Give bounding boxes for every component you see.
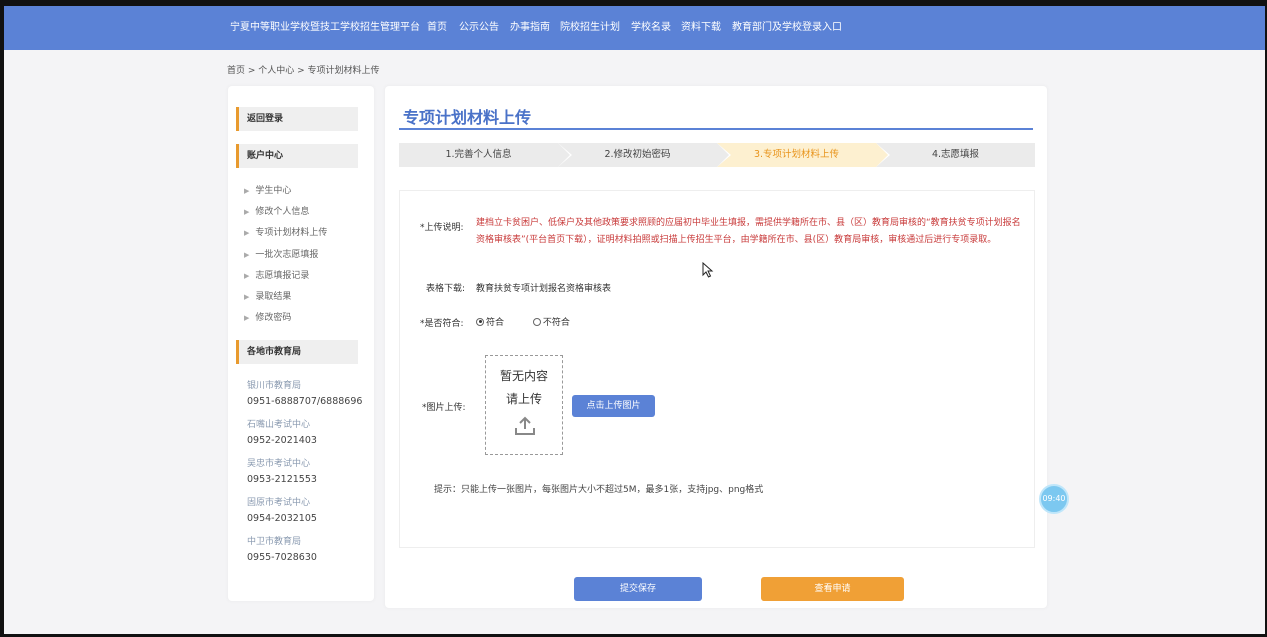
step-4: 4.志愿填报 bbox=[876, 143, 1035, 167]
step-3-active: 3.专项计划材料上传 bbox=[717, 143, 890, 167]
step-1: 1.完善个人信息 bbox=[399, 143, 572, 167]
office-name: 银川市教育局 bbox=[247, 381, 302, 391]
chevron-right-icon: ▶ bbox=[244, 208, 250, 216]
upload-desc-label: *上传说明: bbox=[420, 223, 464, 233]
radio-checked-icon bbox=[476, 317, 484, 326]
sidebar-item-application-records[interactable]: ▶ 志愿填报记录 bbox=[244, 268, 309, 281]
site-title-link[interactable]: 宁夏中等职业学校暨技工学校招生管理平台 bbox=[230, 6, 420, 50]
eligible-radio-group: 符合 不符合 bbox=[476, 315, 586, 329]
nav-login-portal[interactable]: 教育部门及学校登录入口 bbox=[732, 6, 842, 50]
nav-announcements[interactable]: 公示公告 bbox=[459, 6, 499, 50]
upload-image-button[interactable]: 点击上传图片 bbox=[572, 395, 655, 417]
chevron-right-icon: ▶ bbox=[244, 251, 250, 259]
radio-eligible-yes[interactable]: 符合 bbox=[476, 315, 504, 328]
sidebar-item-change-password[interactable]: ▶ 修改密码 bbox=[244, 310, 291, 323]
office-name: 吴忠市考试中心 bbox=[247, 459, 311, 469]
chevron-right-icon: ▶ bbox=[244, 293, 250, 301]
radio-eligible-no[interactable]: 不符合 bbox=[532, 315, 570, 328]
floating-clock-widget[interactable]: 09:40 bbox=[1039, 484, 1069, 514]
account-center-heading: 账户中心 bbox=[236, 144, 358, 168]
office-phone: 0955-7028630 bbox=[247, 552, 317, 563]
main-panel: 专项计划材料上传 1.完善个人信息 2.修改初始密码 3.专项计划材料上传 4.… bbox=[385, 86, 1047, 608]
sidebar: 返回登录 账户中心 ▶ 学生中心 ▶ 修改个人信息 ▶ 专项计划材料上传 ▶ 一批次志愿… bbox=[228, 86, 374, 601]
mouse-cursor-icon bbox=[702, 262, 714, 278]
radio-unchecked-icon bbox=[532, 317, 541, 326]
view-application-button[interactable]: 查看申请 bbox=[761, 577, 904, 601]
progress-steps: 1.完善个人信息 2.修改初始密码 3.专项计划材料上传 4.志愿填报 bbox=[399, 143, 1035, 167]
upload-prompt-text: 请上传 bbox=[505, 392, 542, 406]
upload-icon bbox=[515, 416, 535, 435]
step-2: 2.修改初始密码 bbox=[558, 143, 731, 167]
sidebar-item-special-plan-upload[interactable]: ▶ 专项计划材料上传 bbox=[244, 225, 327, 238]
eligible-label: *是否符合: bbox=[420, 319, 464, 329]
breadcrumb: 首页 > 个人中心 > 专项计划材料上传 bbox=[227, 66, 380, 76]
office-phone: 0952-2021403 bbox=[247, 435, 317, 446]
sidebar-item-edit-profile[interactable]: ▶ 修改个人信息 bbox=[244, 204, 309, 217]
sidebar-item-first-batch-application[interactable]: ▶ 一批次志愿填报 bbox=[244, 247, 318, 260]
submit-save-button[interactable]: 提交保存 bbox=[574, 577, 702, 601]
nav-downloads[interactable]: 资料下载 bbox=[681, 6, 721, 50]
form-download-label: 表格下载: bbox=[426, 284, 466, 294]
office-phone: 0954-2032105 bbox=[247, 513, 317, 524]
upload-hint: 提示：只能上传一张图片，每张图片大小不超过5M，最多1张，支持jpg、png格式 bbox=[434, 485, 764, 495]
chevron-right-icon: ▶ bbox=[244, 187, 250, 195]
form-download-link[interactable]: 教育扶贫专项计划报名资格审核表 bbox=[476, 281, 611, 294]
chevron-right-icon: ▶ bbox=[244, 229, 250, 237]
top-navbar: 宁夏中等职业学校暨技工学校招生管理平台 首页 公示公告 办事指南 院校招生计划 … bbox=[4, 6, 1265, 50]
nav-guide[interactable]: 办事指南 bbox=[510, 6, 550, 50]
nav-school-directory[interactable]: 学校名录 bbox=[631, 6, 671, 50]
sidebar-item-student-center[interactable]: ▶ 学生中心 bbox=[244, 183, 291, 196]
office-phone: 0951-6888707/6888696 bbox=[247, 396, 363, 407]
nav-enrollment-plan[interactable]: 院校招生计划 bbox=[560, 6, 620, 50]
office-name: 中卫市教育局 bbox=[247, 537, 302, 547]
page-title: 专项计划材料上传 bbox=[403, 108, 532, 127]
office-name: 固原市考试中心 bbox=[247, 498, 311, 508]
upload-empty-text: 暂无内容 bbox=[499, 369, 548, 383]
sidebar-item-admission-results[interactable]: ▶ 录取结果 bbox=[244, 289, 291, 302]
office-phone: 0953-2121553 bbox=[247, 474, 317, 485]
chevron-right-icon: ▶ bbox=[244, 272, 250, 280]
image-upload-label: *图片上传: bbox=[422, 403, 466, 413]
back-login-button[interactable]: 返回登录 bbox=[236, 107, 358, 131]
office-name: 石嘴山考试中心 bbox=[247, 420, 311, 430]
upload-description: 建档立卡贫困户、低保户及其他政策要求照顾的应届初中毕业生填报，需提供学籍所在市、… bbox=[476, 218, 1021, 245]
image-upload-area[interactable]: 暂无内容 请上传 bbox=[485, 355, 563, 455]
nav-home[interactable]: 首页 bbox=[427, 6, 447, 50]
upload-form: *上传说明: 建档立卡贫困户、低保户及其他政策要求照顾的应届初中毕业生填报，需提… bbox=[399, 190, 1035, 548]
chevron-right-icon: ▶ bbox=[244, 314, 250, 322]
offices-heading: 各地市教育局 bbox=[236, 340, 358, 364]
browser-viewport: 宁夏中等职业学校暨技工学校招生管理平台 首页 公示公告 办事指南 院校招生计划 … bbox=[4, 6, 1265, 634]
title-underline bbox=[399, 128, 1033, 130]
